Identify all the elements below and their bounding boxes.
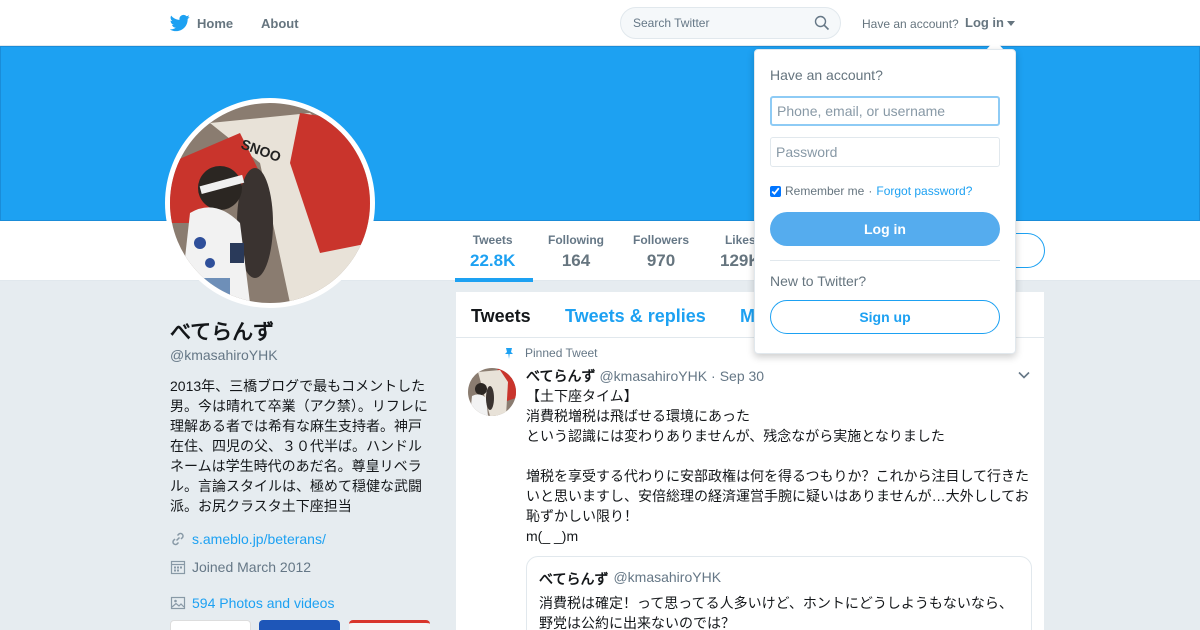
twitter-bird-icon <box>170 14 190 32</box>
login-dropdown-toggle[interactable]: Log in <box>965 15 1015 30</box>
profile-photos-label: 594 Photos and videos <box>192 595 335 611</box>
chevron-down-icon[interactable] <box>1017 368 1031 382</box>
tweet-date[interactable]: Sep 30 <box>720 368 764 384</box>
password-field[interactable] <box>770 137 1000 167</box>
profile-handle[interactable]: @kmasahiroYHK <box>170 347 278 363</box>
pin-icon <box>505 348 513 359</box>
avatar[interactable]: SNOO <box>165 98 375 308</box>
tab-media[interactable]: M <box>740 306 755 327</box>
dropdown-title: Have an account? <box>770 67 883 83</box>
tweet-avatar[interactable] <box>468 368 516 416</box>
link-icon <box>172 532 184 546</box>
quoted-tweet[interactable]: べてらんず @kmasahiroYHK 消費税は確定！って思ってる人多いけど、ホ… <box>526 556 1032 630</box>
quote-header: べてらんず @kmasahiroYHK <box>539 569 1019 589</box>
stat-label: Followers <box>633 233 690 247</box>
stat-followers[interactable]: Followers 970 <box>633 233 689 271</box>
search-input[interactable] <box>621 8 801 38</box>
dropdown-divider <box>770 260 1000 261</box>
login-dropdown: Have an account? Remember me · Forgot pa… <box>754 49 1016 354</box>
quote-author-handle: @kmasahiroYHK <box>613 569 722 585</box>
profile-joined-label: Joined March 2012 <box>192 559 312 575</box>
tweet-author-name[interactable]: べてらんず <box>526 366 595 386</box>
signup-button[interactable]: Sign up <box>770 300 1000 334</box>
photo-thumbnail[interactable] <box>349 620 430 630</box>
quote-author-name: べてらんず <box>539 571 609 587</box>
tweet-separator: · <box>711 368 716 384</box>
remember-me-label[interactable]: Remember me <box>785 184 864 198</box>
login-button[interactable]: Log in <box>770 212 1000 246</box>
stat-label: Tweets <box>472 233 513 247</box>
stat-value: 22.8K <box>470 251 516 270</box>
stat-label: Following <box>548 233 604 247</box>
login-toggle-label: Log in <box>965 15 1004 30</box>
profile-joined: Joined March 2012 <box>170 559 311 575</box>
profile-bio: 2013年、三橋ブログで最もコメントした男。今は晴れて卒業（アク禁）。リフレに理… <box>170 378 428 514</box>
stat-following[interactable]: Following 164 <box>548 233 604 271</box>
have-account-text: Have an account? <box>862 17 959 31</box>
remember-row: Remember me · Forgot password? <box>770 184 972 198</box>
nav-home-link[interactable]: Home <box>170 13 233 33</box>
tab-tweets[interactable]: Tweets <box>471 306 531 327</box>
tweet-text: 【土下座タイム】 消費税増税は飛ばせる環境にあった という認識には変わりありませ… <box>526 388 1030 544</box>
tab-tweets-replies[interactable]: Tweets & replies <box>565 306 706 327</box>
profile-website-label: s.ameblo.jp/beterans/ <box>192 531 326 547</box>
search-icon[interactable] <box>814 15 830 31</box>
nav-about-link[interactable]: About <box>261 16 299 31</box>
calendar-icon <box>170 560 186 575</box>
photo-thumbnail[interactable] <box>170 620 251 630</box>
username-field[interactable] <box>770 96 1000 126</box>
nav-home-label: Home <box>197 15 234 31</box>
remember-me-checkbox[interactable] <box>770 185 781 197</box>
remember-separator: · <box>868 184 873 198</box>
pinned-indicator: Pinned Tweet <box>503 346 598 360</box>
pinned-label: Pinned Tweet <box>525 346 598 360</box>
tweet-header: べてらんず @kmasahiroYHK · Sep 30 <box>526 366 764 386</box>
profile-website[interactable]: s.ameblo.jp/beterans/ <box>170 531 326 547</box>
tweet-avatar-photo <box>468 368 516 416</box>
forgot-password-link[interactable]: Forgot password? <box>876 184 972 198</box>
photo-thumbnail[interactable] <box>259 620 340 630</box>
tweet-author-handle[interactable]: @kmasahiroYHK <box>599 368 707 384</box>
active-tab-underline <box>455 278 533 282</box>
new-to-twitter-text: New to Twitter? <box>770 273 867 289</box>
search-box <box>620 7 841 39</box>
caret-down-icon <box>1007 20 1015 26</box>
profile-name: べてらんず <box>170 321 275 344</box>
quote-text: 消費税は確定！って思ってる人多いけど、ホントにどうしようもないなら、 野党は公約… <box>539 595 1013 630</box>
stat-value: 970 <box>646 251 676 270</box>
photo-icon <box>170 596 186 610</box>
profile-photos-link[interactable]: 594 Photos and videos <box>170 595 334 611</box>
avatar-photo: SNOO <box>170 103 370 303</box>
stat-tweets[interactable]: Tweets 22.8K <box>470 233 515 271</box>
stat-value: 164 <box>561 251 591 270</box>
top-nav: Home About Have an account? Log in <box>0 0 1200 46</box>
